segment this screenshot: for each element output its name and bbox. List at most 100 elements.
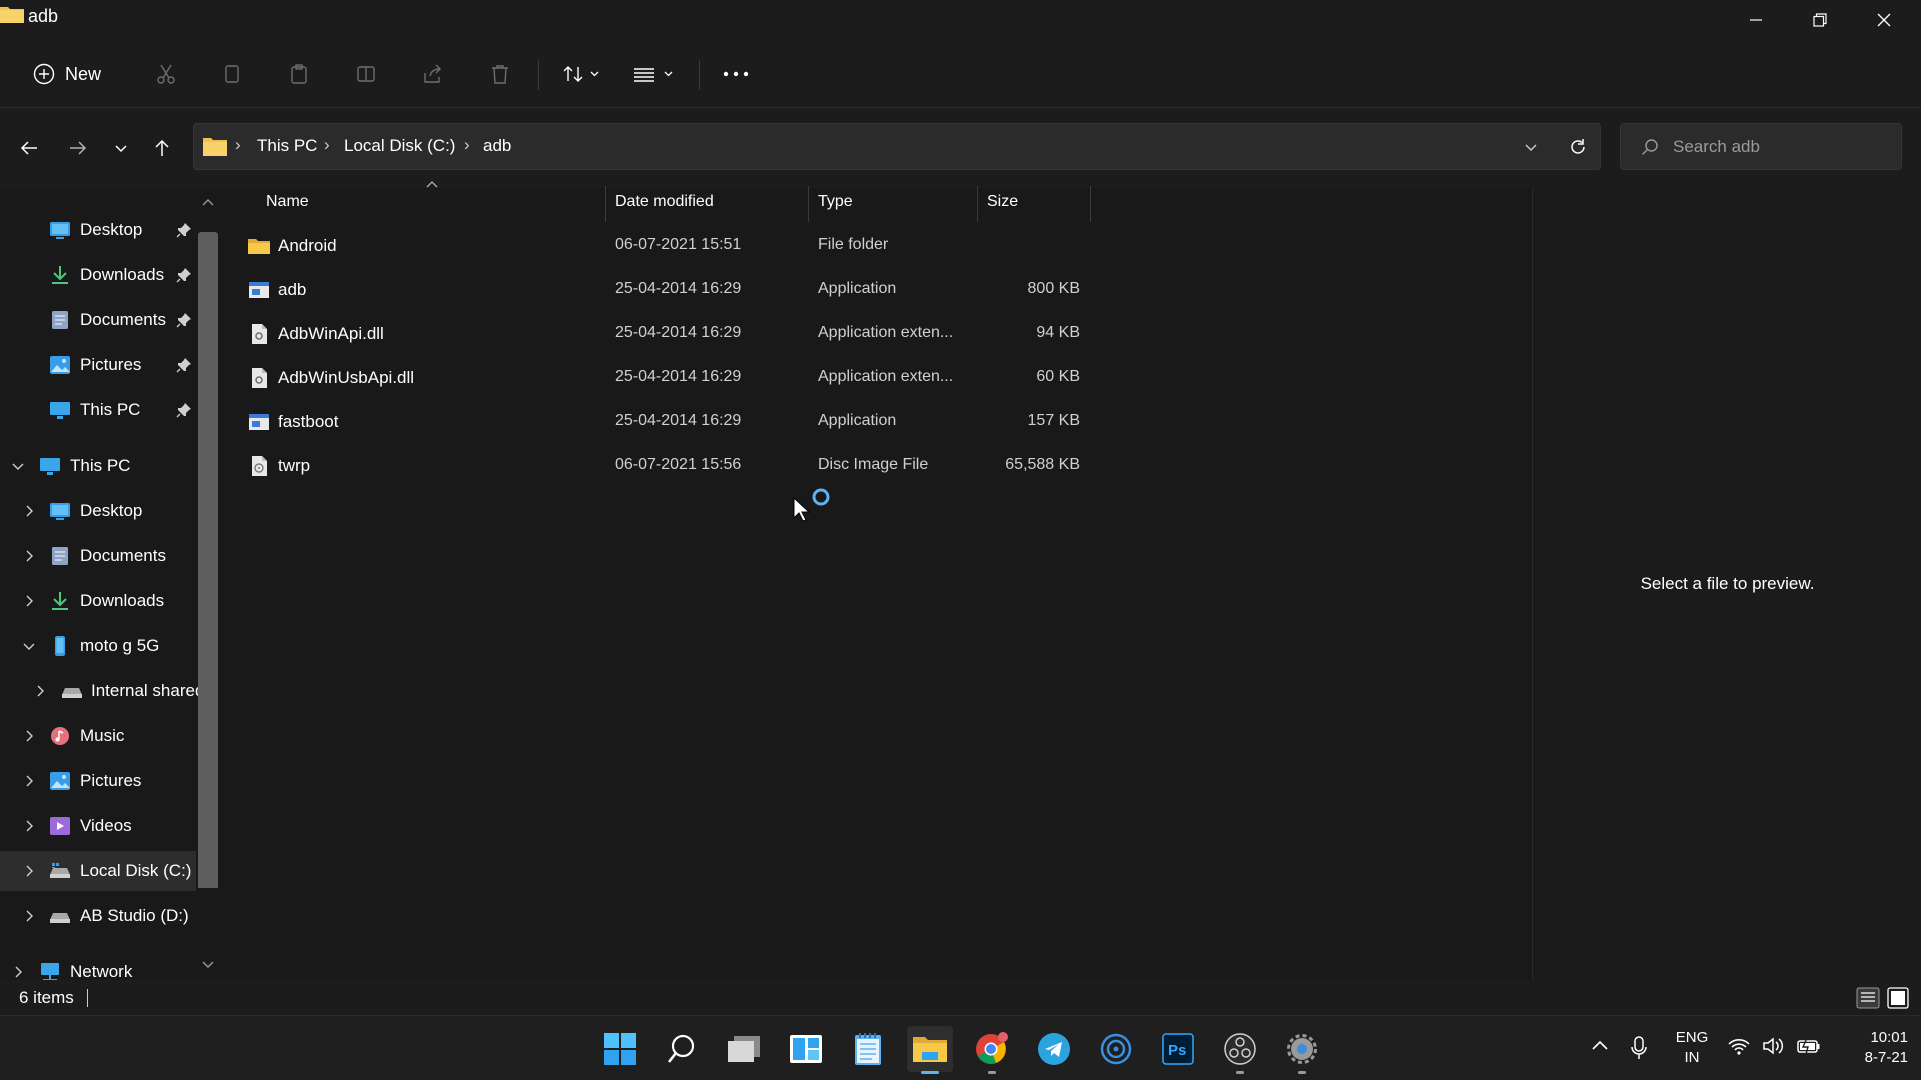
close-button[interactable] <box>1852 0 1916 40</box>
chevron-right-icon[interactable] <box>22 909 36 923</box>
file-date: 25-04-2014 16:29 <box>615 368 742 385</box>
paste-button[interactable] <box>279 54 319 94</box>
restore-button[interactable] <box>1788 0 1852 40</box>
nav-tree-pictures[interactable]: Pictures <box>0 761 196 801</box>
chevron-right-icon[interactable] <box>22 504 36 518</box>
nav-quick-desktop[interactable]: Desktop <box>0 210 196 250</box>
chevron-right-icon[interactable] <box>22 774 36 788</box>
tiles-view-icon <box>1887 987 1909 1009</box>
chevron-right-icon[interactable] <box>33 684 47 698</box>
nav-tree-internal-shared[interactable]: Internal shared <box>0 671 204 711</box>
telegram-button[interactable] <box>1031 1026 1077 1072</box>
table-row[interactable]: adb 25-04-2014 16:29 Application 800 KB <box>220 268 1100 312</box>
obs-button[interactable] <box>1217 1026 1263 1074</box>
restore-icon <box>1813 13 1827 27</box>
start-button[interactable] <box>597 1026 643 1072</box>
cortana-button[interactable] <box>1093 1026 1139 1072</box>
nav-tree-music[interactable]: Music <box>0 716 196 756</box>
taskbar-search-button[interactable] <box>659 1026 705 1072</box>
nav-quick-pictures[interactable]: Pictures <box>0 345 196 385</box>
notepad-button[interactable] <box>845 1026 891 1072</box>
nav-tree-local-disk[interactable]: Local Disk (C:) <box>0 851 196 891</box>
cut-button[interactable] <box>146 54 186 94</box>
nav-tree-desktop[interactable]: Desktop <box>0 491 196 531</box>
nav-tree-ab-studio[interactable]: AB Studio (D:) <box>0 896 196 936</box>
recent-locations-button[interactable] <box>103 130 139 166</box>
breadcrumb-local-disk[interactable]: Local Disk (C:) <box>344 136 455 156</box>
clock[interactable]: 10:01 8-7-21 <box>1838 1028 1908 1068</box>
search-box[interactable] <box>1620 123 1902 170</box>
details-view-button[interactable] <box>1856 987 1880 1009</box>
running-indicator <box>988 1071 996 1074</box>
status-bar: 6 items <box>0 980 1921 1015</box>
chevron-down-icon[interactable] <box>22 639 36 653</box>
show-hidden-icons-button[interactable] <box>1590 1036 1610 1056</box>
chevron-right-icon[interactable] <box>22 729 36 743</box>
breadcrumb-adb[interactable]: adb <box>483 136 511 156</box>
chevron-right-icon[interactable] <box>22 864 36 878</box>
settings-button[interactable] <box>1279 1026 1325 1074</box>
table-row[interactable]: fastboot 25-04-2014 16:29 Application 15… <box>220 400 1100 444</box>
photoshop-button[interactable]: Ps <box>1155 1026 1201 1072</box>
running-indicator <box>1298 1071 1306 1074</box>
nav-tree-downloads[interactable]: Downloads <box>0 581 196 621</box>
share-button[interactable] <box>413 54 453 94</box>
table-row[interactable]: AdbWinApi.dll 25-04-2014 16:29 Applicati… <box>220 312 1100 356</box>
column-header-name[interactable]: Name <box>220 181 605 218</box>
sort-button[interactable] <box>556 54 608 94</box>
chrome-button[interactable] <box>969 1026 1015 1074</box>
nav-scrollbar[interactable] <box>198 199 218 958</box>
address-dropdown-button[interactable] <box>1523 139 1539 155</box>
chevron-right-icon[interactable] <box>22 549 36 563</box>
address-bar[interactable]: › This PC › Local Disk (C:) › adb <box>193 123 1601 170</box>
column-label: Name <box>266 193 309 210</box>
clock-time: 10:01 <box>1870 1029 1908 1046</box>
nav-quick-documents[interactable]: Documents <box>0 300 196 340</box>
chevron-right-icon[interactable] <box>22 594 36 608</box>
chevron-down-icon[interactable] <box>11 459 25 473</box>
nav-quick-downloads[interactable]: Downloads <box>0 255 196 295</box>
breadcrumb-this-pc[interactable]: This PC <box>257 136 317 156</box>
large-icons-view-button[interactable] <box>1887 987 1909 1009</box>
minimize-button[interactable] <box>1724 0 1788 40</box>
up-button[interactable] <box>144 130 180 166</box>
delete-icon <box>492 65 508 84</box>
table-row[interactable]: twrp 06-07-2021 15:56 Disc Image File 65… <box>220 444 1100 488</box>
more-options-button[interactable] <box>716 54 756 94</box>
wifi-button[interactable] <box>1727 1036 1751 1056</box>
pin-icon <box>176 267 192 283</box>
microphone-button[interactable] <box>1630 1036 1648 1060</box>
copy-button[interactable] <box>212 54 252 94</box>
scroll-down-arrow[interactable] <box>198 958 218 972</box>
search-input[interactable] <box>1673 134 1893 160</box>
back-button[interactable] <box>11 130 47 166</box>
rename-button[interactable] <box>346 54 386 94</box>
table-row[interactable]: AdbWinUsbApi.dll 25-04-2014 16:29 Applic… <box>220 356 1100 400</box>
nav-tree-moto-g[interactable]: moto g 5G <box>0 626 196 666</box>
nav-this-pc[interactable]: This PC <box>0 446 196 486</box>
file-explorer-button[interactable] <box>907 1026 953 1074</box>
file-date: 06-07-2021 15:51 <box>615 236 742 253</box>
column-header-type[interactable]: Type <box>809 188 976 218</box>
new-button[interactable]: New <box>26 54 108 94</box>
forward-button[interactable] <box>60 130 96 166</box>
column-header-date[interactable]: Date modified <box>606 188 807 218</box>
windows-drive-icon <box>49 861 71 881</box>
column-header-size[interactable]: Size <box>978 188 1089 218</box>
delete-button[interactable] <box>480 54 520 94</box>
nav-tree-videos[interactable]: Videos <box>0 806 196 846</box>
chevron-right-icon[interactable] <box>11 965 25 979</box>
chevron-right-icon[interactable] <box>22 819 36 833</box>
column-divider[interactable] <box>1090 186 1091 222</box>
table-row[interactable]: Android 06-07-2021 15:51 File folder <box>220 224 1100 268</box>
language-indicator[interactable]: ENG IN <box>1674 1028 1710 1068</box>
nav-quick-this-pc[interactable]: This PC <box>0 390 196 430</box>
volume-button[interactable] <box>1762 1036 1786 1056</box>
widgets-button[interactable] <box>783 1026 829 1072</box>
nav-tree-documents[interactable]: Documents <box>0 536 196 576</box>
file-date: 25-04-2014 16:29 <box>615 412 742 429</box>
task-view-button[interactable] <box>721 1026 767 1072</box>
battery-button[interactable] <box>1797 1036 1821 1056</box>
refresh-button[interactable] <box>1568 137 1588 157</box>
view-button[interactable] <box>628 54 680 94</box>
